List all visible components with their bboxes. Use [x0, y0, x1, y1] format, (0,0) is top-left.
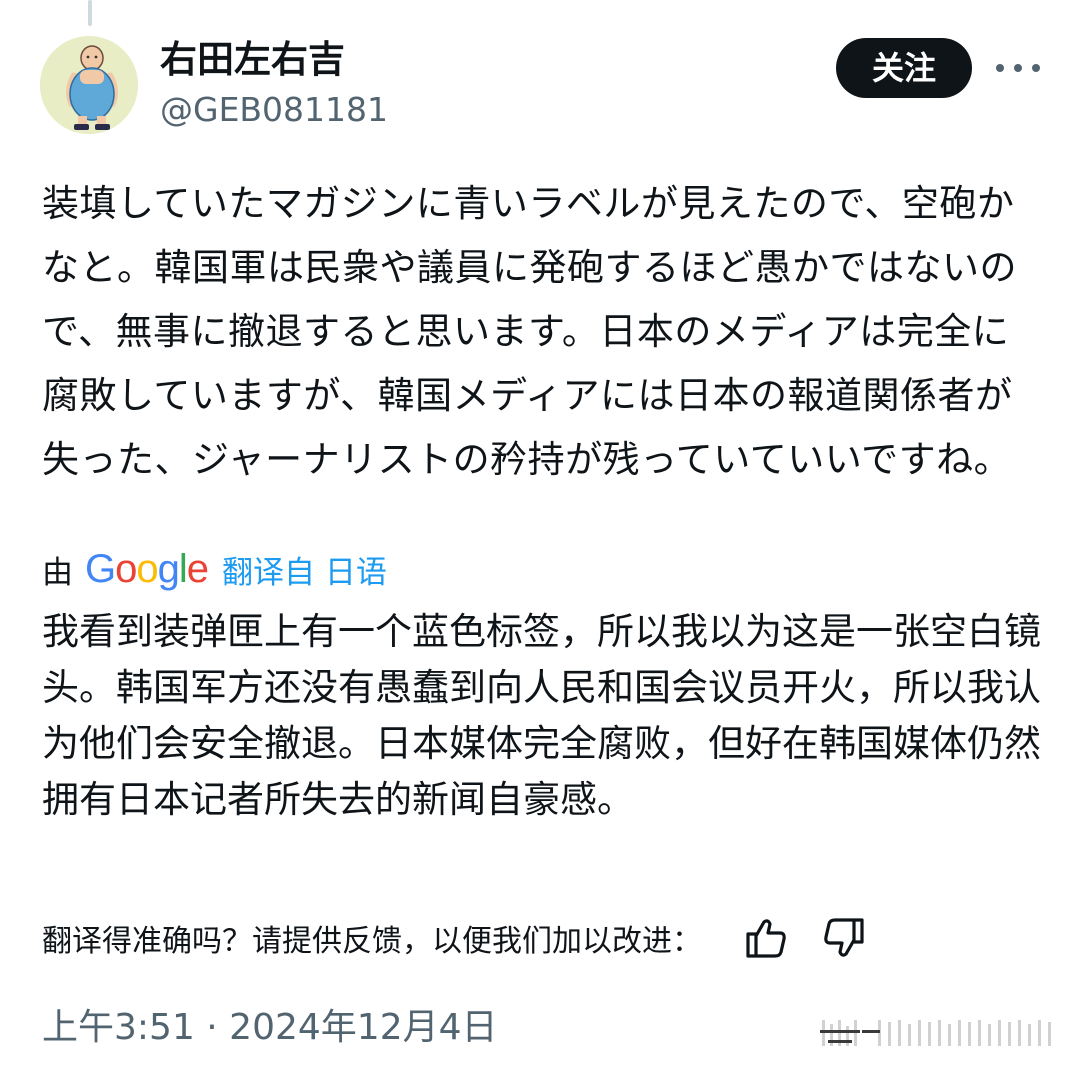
google-logo: Google — [85, 546, 209, 591]
translate-source-link[interactable]: 翻译自 日语 — [222, 547, 387, 592]
tweet-detail: 右田左右吉 @GEB081181 关注 装填していたマガジンに青いラベルが見えた… — [0, 0, 1080, 1074]
thumbs-down-icon[interactable] — [820, 914, 868, 962]
watermark-image — [820, 1020, 1051, 1046]
follow-button[interactable]: 关注 — [836, 38, 972, 98]
tweet-translated-text: 我看到装弹匣上有一个蓝色标签，所以我以为这是一张空白镜头。韩国军方还没有愚蠢到向… — [42, 610, 1041, 821]
avatar[interactable] — [40, 36, 138, 134]
tweet-header: 右田左右吉 @GEB081181 关注 — [40, 36, 1040, 136]
feedback-prompt: 翻译得准确吗？请提供反馈，以便我们加以改进： — [42, 924, 702, 959]
tweet-timestamp[interactable]: 上午3:51 · 2024年12月4日 — [42, 1000, 498, 1056]
tweet-original-text: 装填していたマガジンに青いラベルが見えたので、空砲かなと。韓国軍は民衆や議員に発… — [42, 182, 1017, 481]
translation-attribution: 由 Google 翻译自 日语 — [42, 545, 387, 593]
thumbs-up-icon[interactable] — [742, 914, 790, 962]
translated-by-prefix: 由 — [42, 554, 73, 591]
author-handle[interactable]: @GEB081181 — [160, 86, 388, 134]
thread-connector-line — [88, 0, 92, 26]
author-names: 右田左右吉 @GEB081181 — [160, 36, 388, 134]
author-display-name[interactable]: 右田左右吉 — [160, 36, 388, 84]
more-horizontal-icon[interactable] — [996, 46, 1040, 90]
translation-feedback: 翻译得准确吗？请提供反馈，以便我们加以改进： — [42, 910, 868, 966]
cartoon-avatar-icon — [40, 36, 138, 134]
